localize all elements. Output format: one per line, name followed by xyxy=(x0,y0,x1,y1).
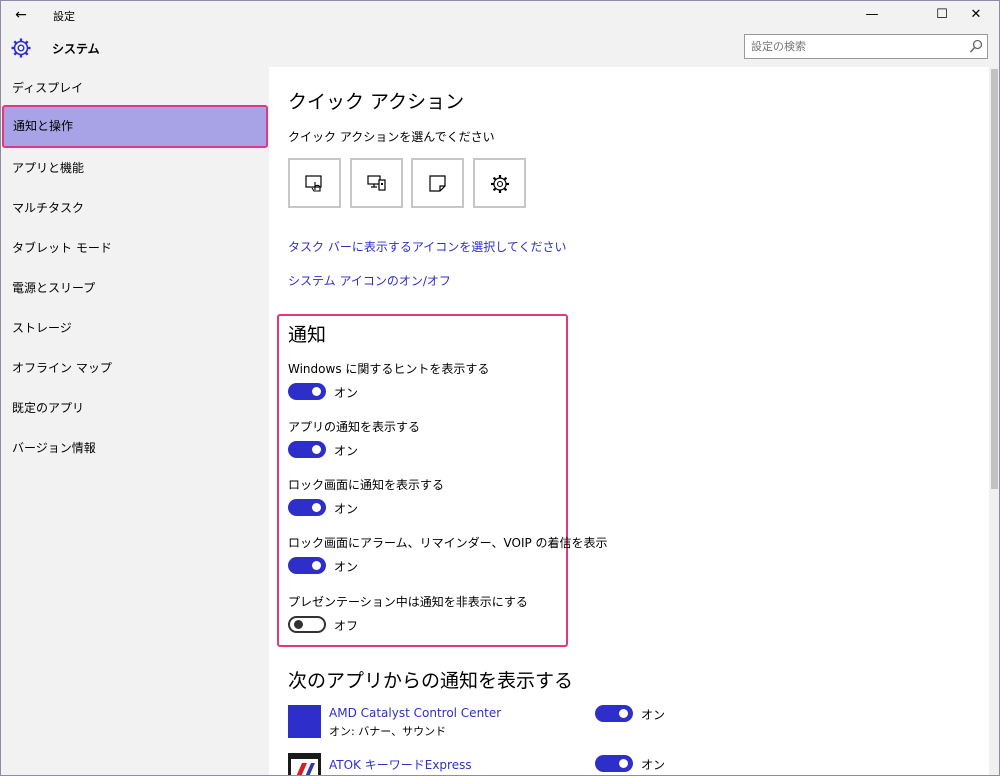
sidebar-item-display[interactable]: ディスプレイ xyxy=(1,68,269,108)
toggle-state-lock-screen: オン xyxy=(334,502,359,516)
sidebar-item-notifications[interactable]: 通知と操作 xyxy=(2,105,268,148)
app-name-amd[interactable]: AMD Catalyst Control Center xyxy=(329,706,501,720)
toggle-state-presentation: オフ xyxy=(334,619,359,633)
toggle-state-app-notifications: オン xyxy=(334,444,359,458)
quick-action-tile-settings[interactable] xyxy=(473,158,526,208)
sidebar-item-about[interactable]: バージョン情報 xyxy=(1,428,269,468)
sidebar-item-apps[interactable]: アプリと機能 xyxy=(1,148,269,188)
note-icon xyxy=(429,175,446,192)
app-sub-amd: オン: バナー、サウンド xyxy=(329,725,447,738)
quick-actions-title: クイック アクション xyxy=(288,91,465,113)
main-content: クイック アクション クイック アクションを選んでください タスク バーに表示す… xyxy=(269,67,989,775)
quick-action-tile-note[interactable] xyxy=(411,158,464,208)
sidebar-item-tablet-mode[interactable]: タブレット モード xyxy=(1,228,269,268)
toggle-app-atok[interactable] xyxy=(595,755,633,772)
setting-label-lock-screen: ロック画面に通知を表示する xyxy=(288,478,445,492)
atok-icon xyxy=(288,753,321,775)
gear-icon xyxy=(11,38,31,58)
sidebar: ディスプレイ 通知と操作 アプリと機能 マルチタスク タブレット モード 電源と… xyxy=(1,67,269,775)
sidebar-item-power[interactable]: 電源とスリープ xyxy=(1,268,269,308)
toggle-state-tips: オン xyxy=(334,386,359,400)
toggle-state-alarms: オン xyxy=(334,560,359,574)
tablet-mode-icon xyxy=(305,175,322,192)
taskbar-icons-link[interactable]: タスク バーに表示するアイコンを選択してください xyxy=(288,238,567,255)
minimize-button[interactable]: — xyxy=(849,1,895,29)
apps-section-title: 次のアプリからの通知を表示する xyxy=(288,670,574,692)
app-name-atok[interactable]: ATOK キーワードExpress xyxy=(329,756,472,773)
amd-catalyst-icon xyxy=(288,705,321,738)
settings-window: ← 設定 — ☐ ✕ システム 設定の検索 ディスプレイ 通知と操作 アプリと機… xyxy=(0,0,1000,776)
toggle-app-notifications[interactable] xyxy=(288,441,326,458)
search-icon[interactable] xyxy=(969,39,983,54)
page-header: システム xyxy=(1,29,999,67)
setting-label-presentation: プレゼンテーション中は通知を非表示にする xyxy=(288,595,528,609)
toggle-tips[interactable] xyxy=(288,383,326,400)
search-input[interactable] xyxy=(751,38,956,55)
settings-icon xyxy=(491,175,509,193)
sidebar-item-storage[interactable]: ストレージ xyxy=(1,308,269,348)
notifications-title: 通知 xyxy=(288,324,327,346)
search-box[interactable] xyxy=(744,34,988,59)
sidebar-item-offline-maps[interactable]: オフライン マップ xyxy=(1,348,269,388)
toggle-presentation[interactable] xyxy=(288,616,326,633)
setting-label-alarms: ロック画面にアラーム、リマインダー、VOIP の着信を表示 xyxy=(288,536,608,550)
toggle-state-app-atok: オン xyxy=(641,758,666,772)
sidebar-item-default-apps[interactable]: 既定のアプリ xyxy=(1,388,269,428)
content-scrollbar[interactable] xyxy=(989,67,999,775)
project-icon xyxy=(367,175,386,191)
close-button[interactable]: ✕ xyxy=(953,1,999,29)
system-icons-link[interactable]: システム アイコンのオン/オフ xyxy=(288,272,451,289)
sidebar-item-multitask[interactable]: マルチタスク xyxy=(1,188,269,228)
quick-actions-subtitle: クイック アクションを選んでください xyxy=(288,130,495,144)
app-title: 設定 xyxy=(53,10,75,23)
toggle-lock-screen[interactable] xyxy=(288,499,326,516)
back-button[interactable]: ← xyxy=(9,5,33,25)
section-title: システム xyxy=(52,42,100,56)
toggle-state-app-amd: オン xyxy=(641,708,666,722)
title-bar: ← 設定 — ☐ ✕ xyxy=(1,1,999,29)
setting-label-app-notifications: アプリの通知を表示する xyxy=(288,420,421,434)
setting-label-tips: Windows に関するヒントを表示する xyxy=(288,362,490,376)
quick-action-tile-tablet[interactable] xyxy=(288,158,341,208)
toggle-app-amd[interactable] xyxy=(595,705,633,722)
quick-action-tile-project[interactable] xyxy=(350,158,403,208)
scrollbar-thumb[interactable] xyxy=(991,69,998,489)
toggle-alarms[interactable] xyxy=(288,557,326,574)
